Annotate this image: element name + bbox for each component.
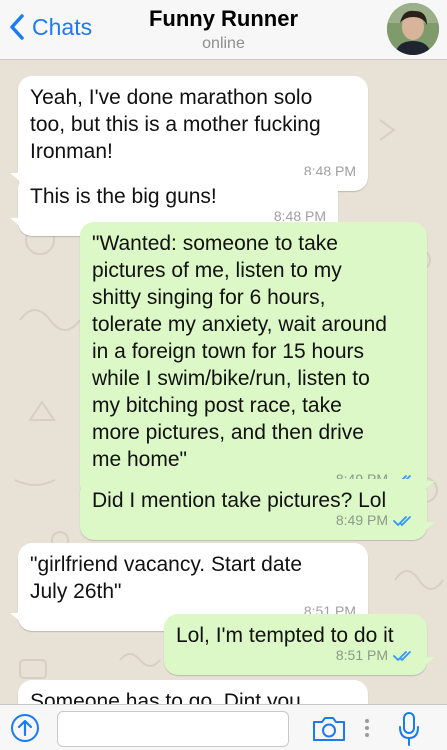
incoming-message-bubble[interactable]: Someone has to go. Dint you xyxy=(18,680,368,704)
contact-status: online xyxy=(202,35,245,52)
outgoing-message-bubble[interactable]: Did I mention take pictures? Lol 8:49 PM xyxy=(80,479,435,540)
microphone-icon[interactable] xyxy=(397,711,421,747)
double-check-icon xyxy=(393,515,411,526)
message-text: Someone has to go. Dint you xyxy=(30,690,301,704)
message-text: "Wanted: someone to take pictures of me,… xyxy=(92,232,387,471)
message-list[interactable]: Yeah, I've done marathon solo too, but t… xyxy=(0,60,447,704)
double-check-icon xyxy=(393,650,411,661)
contact-name[interactable]: Funny Runner xyxy=(120,6,327,32)
separator-dots xyxy=(365,719,369,737)
chevron-left-icon xyxy=(10,14,24,40)
chat-header: Chats Funny Runner online xyxy=(0,0,447,60)
outgoing-message-bubble[interactable]: "Wanted: someone to take pictures of me,… xyxy=(80,222,435,499)
message-text: Yeah, I've done marathon solo too, but t… xyxy=(30,86,321,163)
back-label: Chats xyxy=(32,13,93,40)
incoming-message-bubble[interactable]: Yeah, I've done marathon solo too, but t… xyxy=(10,76,368,191)
message-time: 8:51 PM xyxy=(335,647,388,663)
message-input[interactable] xyxy=(57,711,289,747)
avatar[interactable] xyxy=(387,3,439,55)
share-arrow-icon[interactable] xyxy=(10,713,40,743)
message-time: 8:49 PM xyxy=(335,512,388,528)
back-button[interactable]: Chats xyxy=(8,10,92,44)
outgoing-message-bubble[interactable]: Lol, I'm tempted to do it 8:51 PM xyxy=(164,614,435,675)
message-text: "girlfriend vacancy. Start date July 26t… xyxy=(30,553,303,603)
composer-bar xyxy=(0,704,447,750)
camera-icon[interactable] xyxy=(311,715,347,743)
message-meta: 8:51 PM xyxy=(336,642,415,669)
message-meta: 8:49 PM xyxy=(336,507,415,534)
